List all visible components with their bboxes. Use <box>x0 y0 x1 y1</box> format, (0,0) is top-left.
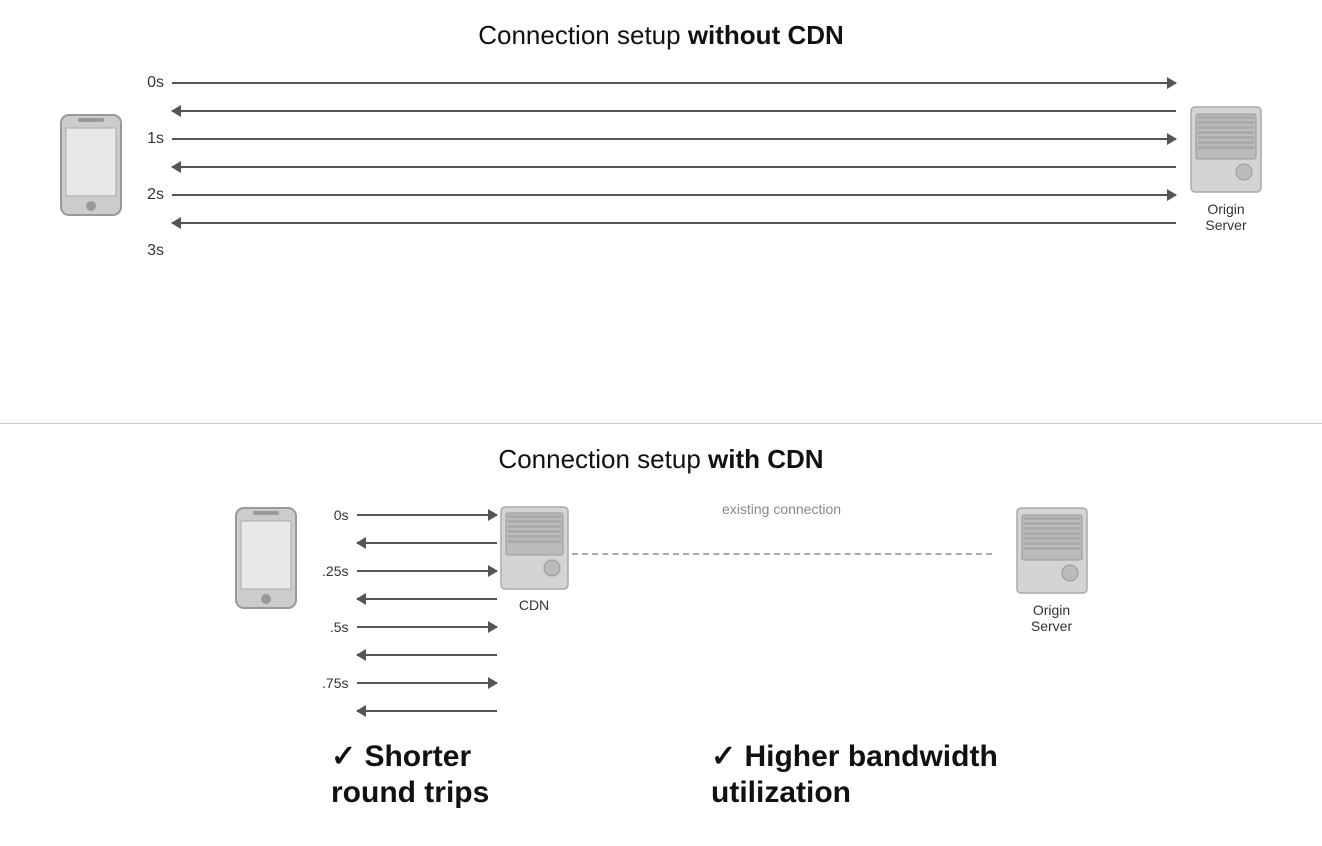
cdn-arrow-row-5 <box>311 641 497 669</box>
cdn-arrow-row-4: .5s <box>311 613 497 641</box>
cdn-arrow-row-7 <box>311 697 497 725</box>
dotted-line <box>572 553 992 555</box>
cdn-arrow-row-1 <box>311 529 497 557</box>
arrow-row-5 <box>126 209 1176 237</box>
cdn-arrow-row-2: .25s <box>311 557 497 585</box>
benefits-row: ✓ Shorterround trips ✓ Higher bandwidthu… <box>40 739 1282 811</box>
origin-server-bottom-label: OriginServer <box>1031 602 1072 634</box>
phone-icon-bottom <box>231 503 301 618</box>
arrow-row-2: 1s <box>126 125 1176 153</box>
top-arrows-area: 0s 1s 2s 3s <box>126 69 1176 265</box>
arrow-row-1 <box>126 97 1176 125</box>
origin-server-top: OriginServer <box>1186 102 1266 233</box>
arrow-right-1 <box>172 138 1176 140</box>
top-section: Connection setup without CDN 0s 1s <box>0 0 1322 423</box>
arrow-row-6: 3s <box>126 237 1176 265</box>
arrow-row-3 <box>126 153 1176 181</box>
cdn-server: CDN <box>497 503 572 613</box>
cdn-arrow-row-3 <box>311 585 497 613</box>
top-title: Connection setup without CDN <box>478 20 844 51</box>
arrow-left-1 <box>172 166 1176 168</box>
cdn-arrow-row-6: .75s <box>311 669 497 697</box>
arrow-row-4: 2s <box>126 181 1176 209</box>
existing-connection-area: existing connection <box>572 523 992 555</box>
cdn-diagram: 0s .25s .5s <box>40 493 1282 725</box>
arrow-left-2 <box>172 222 1176 224</box>
bottom-title: Connection setup with CDN <box>498 444 823 475</box>
origin-server-top-label: OriginServer <box>1205 201 1246 233</box>
cdn-arrows: 0s .25s .5s <box>311 501 497 725</box>
arrow-row-0: 0s <box>126 69 1176 97</box>
cdn-arrow-row-0: 0s <box>311 501 497 529</box>
benefit-shorter-trips: ✓ Shorterround trips <box>331 739 711 811</box>
bottom-section: Connection setup with CDN 0s .25s <box>0 424 1322 846</box>
existing-connection-label: existing connection <box>722 501 841 517</box>
arrow-right-0 <box>172 82 1176 84</box>
arrow-left-0 <box>172 110 1176 112</box>
origin-server-bottom: OriginServer <box>1012 503 1092 634</box>
benefit-higher-bandwidth: ✓ Higher bandwidthutilization <box>711 739 1091 811</box>
phone-icon <box>56 110 126 225</box>
arrow-right-2 <box>172 194 1176 196</box>
cdn-label: CDN <box>519 597 549 613</box>
top-diagram: 0s 1s 2s 3s <box>40 69 1282 265</box>
